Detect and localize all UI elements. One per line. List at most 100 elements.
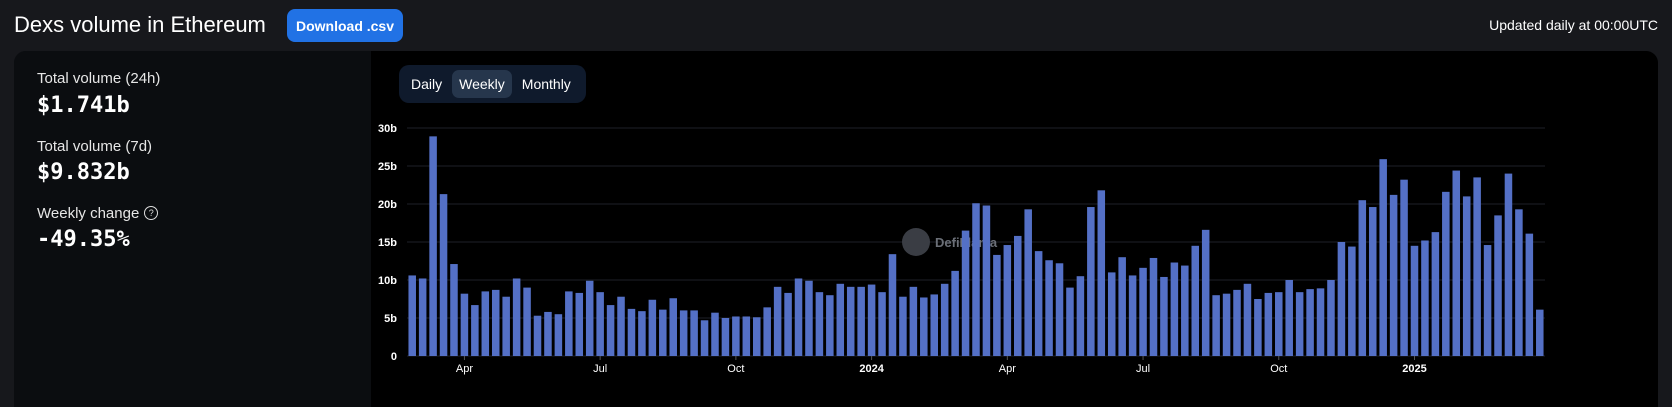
bar[interactable]	[1055, 263, 1064, 356]
bar[interactable]	[1421, 240, 1429, 356]
bar[interactable]	[711, 312, 719, 356]
bar[interactable]	[920, 297, 928, 356]
bar[interactable]	[1473, 177, 1481, 356]
bar[interactable]	[1379, 159, 1387, 356]
bar[interactable]	[471, 305, 479, 356]
bar[interactable]	[1201, 229, 1210, 356]
bar[interactable]	[982, 205, 991, 356]
bar[interactable]	[606, 305, 615, 356]
bar[interactable]	[1191, 245, 1200, 356]
bar[interactable]	[1410, 245, 1419, 356]
bar[interactable]	[1494, 215, 1502, 356]
bar[interactable]	[429, 136, 437, 356]
bar[interactable]	[899, 296, 907, 356]
bar[interactable]	[763, 307, 771, 356]
bar[interactable]	[1181, 265, 1189, 356]
bar[interactable]	[1285, 280, 1293, 356]
download-csv-button[interactable]: Download .csv	[287, 9, 403, 42]
bar[interactable]	[826, 295, 834, 356]
bar[interactable]	[794, 278, 803, 356]
bar[interactable]	[1034, 251, 1043, 356]
bar[interactable]	[679, 310, 688, 356]
bar[interactable]	[1337, 242, 1346, 356]
bar[interactable]	[930, 294, 938, 356]
bar[interactable]	[585, 280, 594, 356]
bar[interactable]	[450, 264, 458, 356]
bar[interactable]	[627, 308, 636, 356]
bar[interactable]	[502, 296, 510, 356]
bar[interactable]	[1306, 289, 1314, 356]
bar[interactable]	[1097, 190, 1106, 356]
bar[interactable]	[1107, 272, 1116, 356]
bar[interactable]	[1128, 275, 1137, 356]
bar[interactable]	[533, 315, 542, 356]
bar[interactable]	[773, 286, 782, 356]
bar[interactable]	[857, 286, 865, 356]
bar[interactable]	[1431, 232, 1440, 356]
bar[interactable]	[951, 270, 959, 356]
bar[interactable]	[1525, 233, 1534, 356]
tab-monthly[interactable]: Monthly	[515, 70, 578, 98]
bar[interactable]	[659, 309, 667, 356]
bar[interactable]	[805, 280, 813, 356]
bar[interactable]	[690, 310, 698, 356]
bar[interactable]	[1400, 179, 1408, 356]
bar[interactable]	[554, 314, 563, 356]
bar[interactable]	[700, 320, 709, 356]
bar[interactable]	[669, 298, 677, 356]
bar[interactable]	[418, 278, 427, 356]
bar[interactable]	[460, 293, 469, 356]
tab-daily[interactable]: Daily	[404, 70, 449, 98]
bar[interactable]	[617, 296, 625, 356]
bar[interactable]	[1275, 292, 1283, 356]
bar[interactable]	[575, 292, 584, 356]
bar[interactable]	[512, 278, 521, 356]
bar[interactable]	[1536, 309, 1544, 356]
bar[interactable]	[1368, 207, 1377, 356]
bar[interactable]	[1066, 287, 1074, 356]
bar[interactable]	[1389, 194, 1398, 356]
bar[interactable]	[815, 292, 824, 356]
bar[interactable]	[878, 292, 886, 356]
bar[interactable]	[1327, 280, 1335, 356]
bar[interactable]	[408, 275, 416, 356]
bar[interactable]	[1348, 246, 1356, 356]
tab-weekly[interactable]: Weekly	[452, 70, 512, 98]
bar[interactable]	[888, 254, 897, 356]
bar[interactable]	[1003, 245, 1012, 356]
bar[interactable]	[1170, 262, 1179, 356]
bar[interactable]	[544, 311, 552, 356]
bar[interactable]	[1462, 196, 1471, 356]
bar[interactable]	[1295, 292, 1304, 356]
bar[interactable]	[972, 203, 980, 356]
bar[interactable]	[1149, 257, 1158, 356]
bar[interactable]	[1160, 276, 1168, 356]
bar[interactable]	[1442, 191, 1450, 356]
bar[interactable]	[1243, 283, 1252, 356]
bar[interactable]	[1118, 257, 1126, 356]
bar[interactable]	[1358, 200, 1367, 356]
bar[interactable]	[742, 316, 751, 356]
bar[interactable]	[961, 230, 970, 356]
bar[interactable]	[1452, 170, 1461, 356]
bar[interactable]	[481, 291, 490, 356]
bar[interactable]	[1233, 289, 1241, 356]
bar[interactable]	[1254, 299, 1262, 356]
bar[interactable]	[1045, 260, 1053, 356]
bar[interactable]	[1087, 207, 1095, 356]
bar[interactable]	[867, 284, 876, 356]
bar[interactable]	[1483, 245, 1492, 356]
bar[interactable]	[1264, 292, 1273, 356]
bar[interactable]	[836, 283, 845, 356]
bar[interactable]	[638, 311, 646, 356]
bar[interactable]	[1212, 295, 1220, 356]
bar[interactable]	[993, 254, 1001, 356]
bar[interactable]	[784, 292, 792, 356]
bar[interactable]	[752, 317, 761, 356]
bar[interactable]	[1139, 267, 1147, 356]
bar[interactable]	[1316, 288, 1325, 356]
bar[interactable]	[1076, 276, 1085, 356]
bar[interactable]	[1504, 173, 1513, 356]
bar[interactable]	[1515, 209, 1523, 356]
bar[interactable]	[596, 292, 604, 356]
